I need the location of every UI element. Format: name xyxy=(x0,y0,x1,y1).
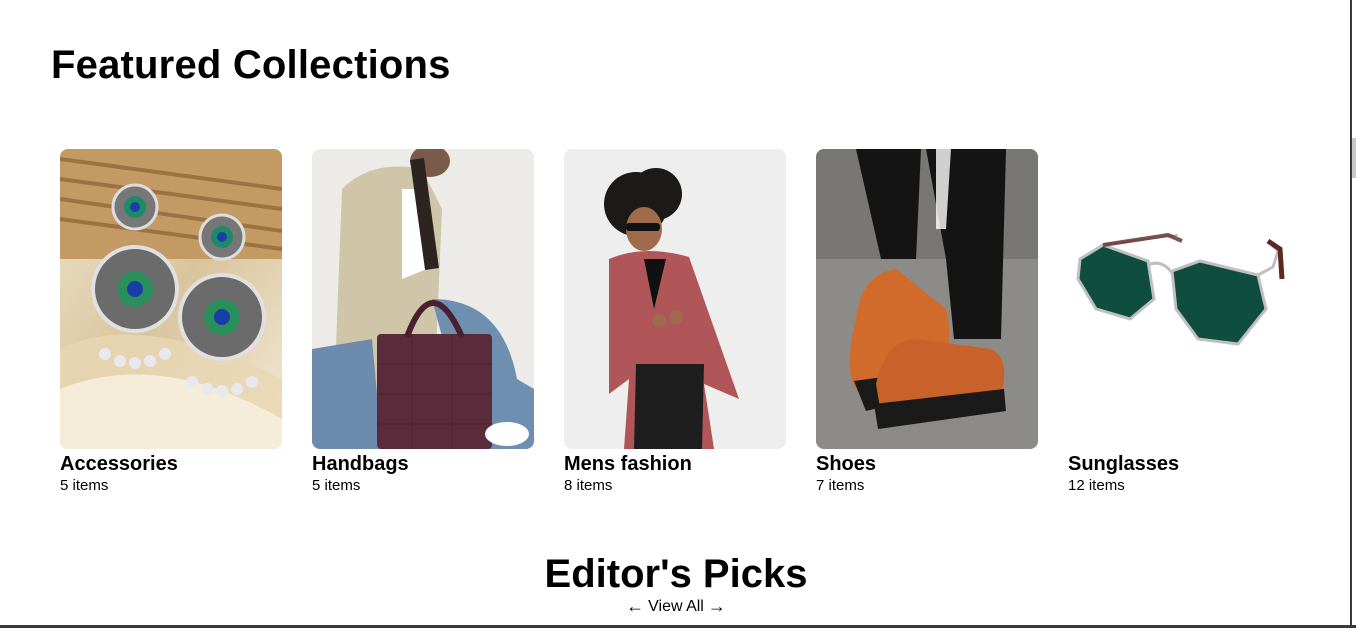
collection-card-shoes[interactable]: Shoes 7 items xyxy=(816,149,1038,494)
collection-card-handbags[interactable]: Handbags 5 items xyxy=(312,149,534,494)
earrings-image[interactable] xyxy=(60,149,282,449)
editors-picks-heading: Editor's Picks xyxy=(544,552,808,596)
collection-item-count: 12 items xyxy=(1068,477,1125,494)
collection-card-accessories[interactable]: Accessories 5 items xyxy=(60,149,282,494)
sunglasses-image[interactable] xyxy=(1068,149,1290,449)
sunglasses-illustration xyxy=(1068,149,1290,449)
handbag-illustration xyxy=(312,149,534,449)
collection-card-sunglasses[interactable]: Sunglasses 12 items xyxy=(1068,149,1290,494)
arrow-right-icon[interactable]: → xyxy=(704,596,730,617)
mens-blazer-image[interactable] xyxy=(564,149,786,449)
handbag-model-image[interactable] xyxy=(312,149,534,449)
collection-name[interactable]: Handbags xyxy=(312,454,534,474)
earrings-illustration xyxy=(60,149,282,449)
collection-item-count: 5 items xyxy=(60,477,109,494)
editors-picks-navigation: ← View All → xyxy=(0,596,1352,617)
collection-item-count: 5 items xyxy=(312,477,361,494)
collection-name[interactable]: Accessories xyxy=(60,454,282,474)
collection-name[interactable]: Sunglasses xyxy=(1068,454,1290,474)
orange-sneakers-image[interactable] xyxy=(816,149,1038,449)
collections-grid: Accessories 5 items Handbags 5 items Men… xyxy=(60,149,1290,494)
collection-name[interactable]: Shoes xyxy=(816,454,1038,474)
view-all-link[interactable]: View All xyxy=(648,598,704,616)
collection-card-mens-fashion[interactable]: Mens fashion 8 items xyxy=(564,149,786,494)
mens-blazer-illustration xyxy=(564,149,786,449)
collection-item-count: 8 items xyxy=(564,477,613,494)
collection-name[interactable]: Mens fashion xyxy=(564,454,786,474)
featured-collections-heading: Featured Collections xyxy=(51,43,451,87)
arrow-left-icon[interactable]: ← xyxy=(622,596,648,617)
sneakers-illustration xyxy=(816,149,1038,449)
scrollbar-thumb[interactable] xyxy=(1352,138,1356,178)
collection-item-count: 7 items xyxy=(816,477,865,494)
window-right-edge xyxy=(1350,0,1356,628)
